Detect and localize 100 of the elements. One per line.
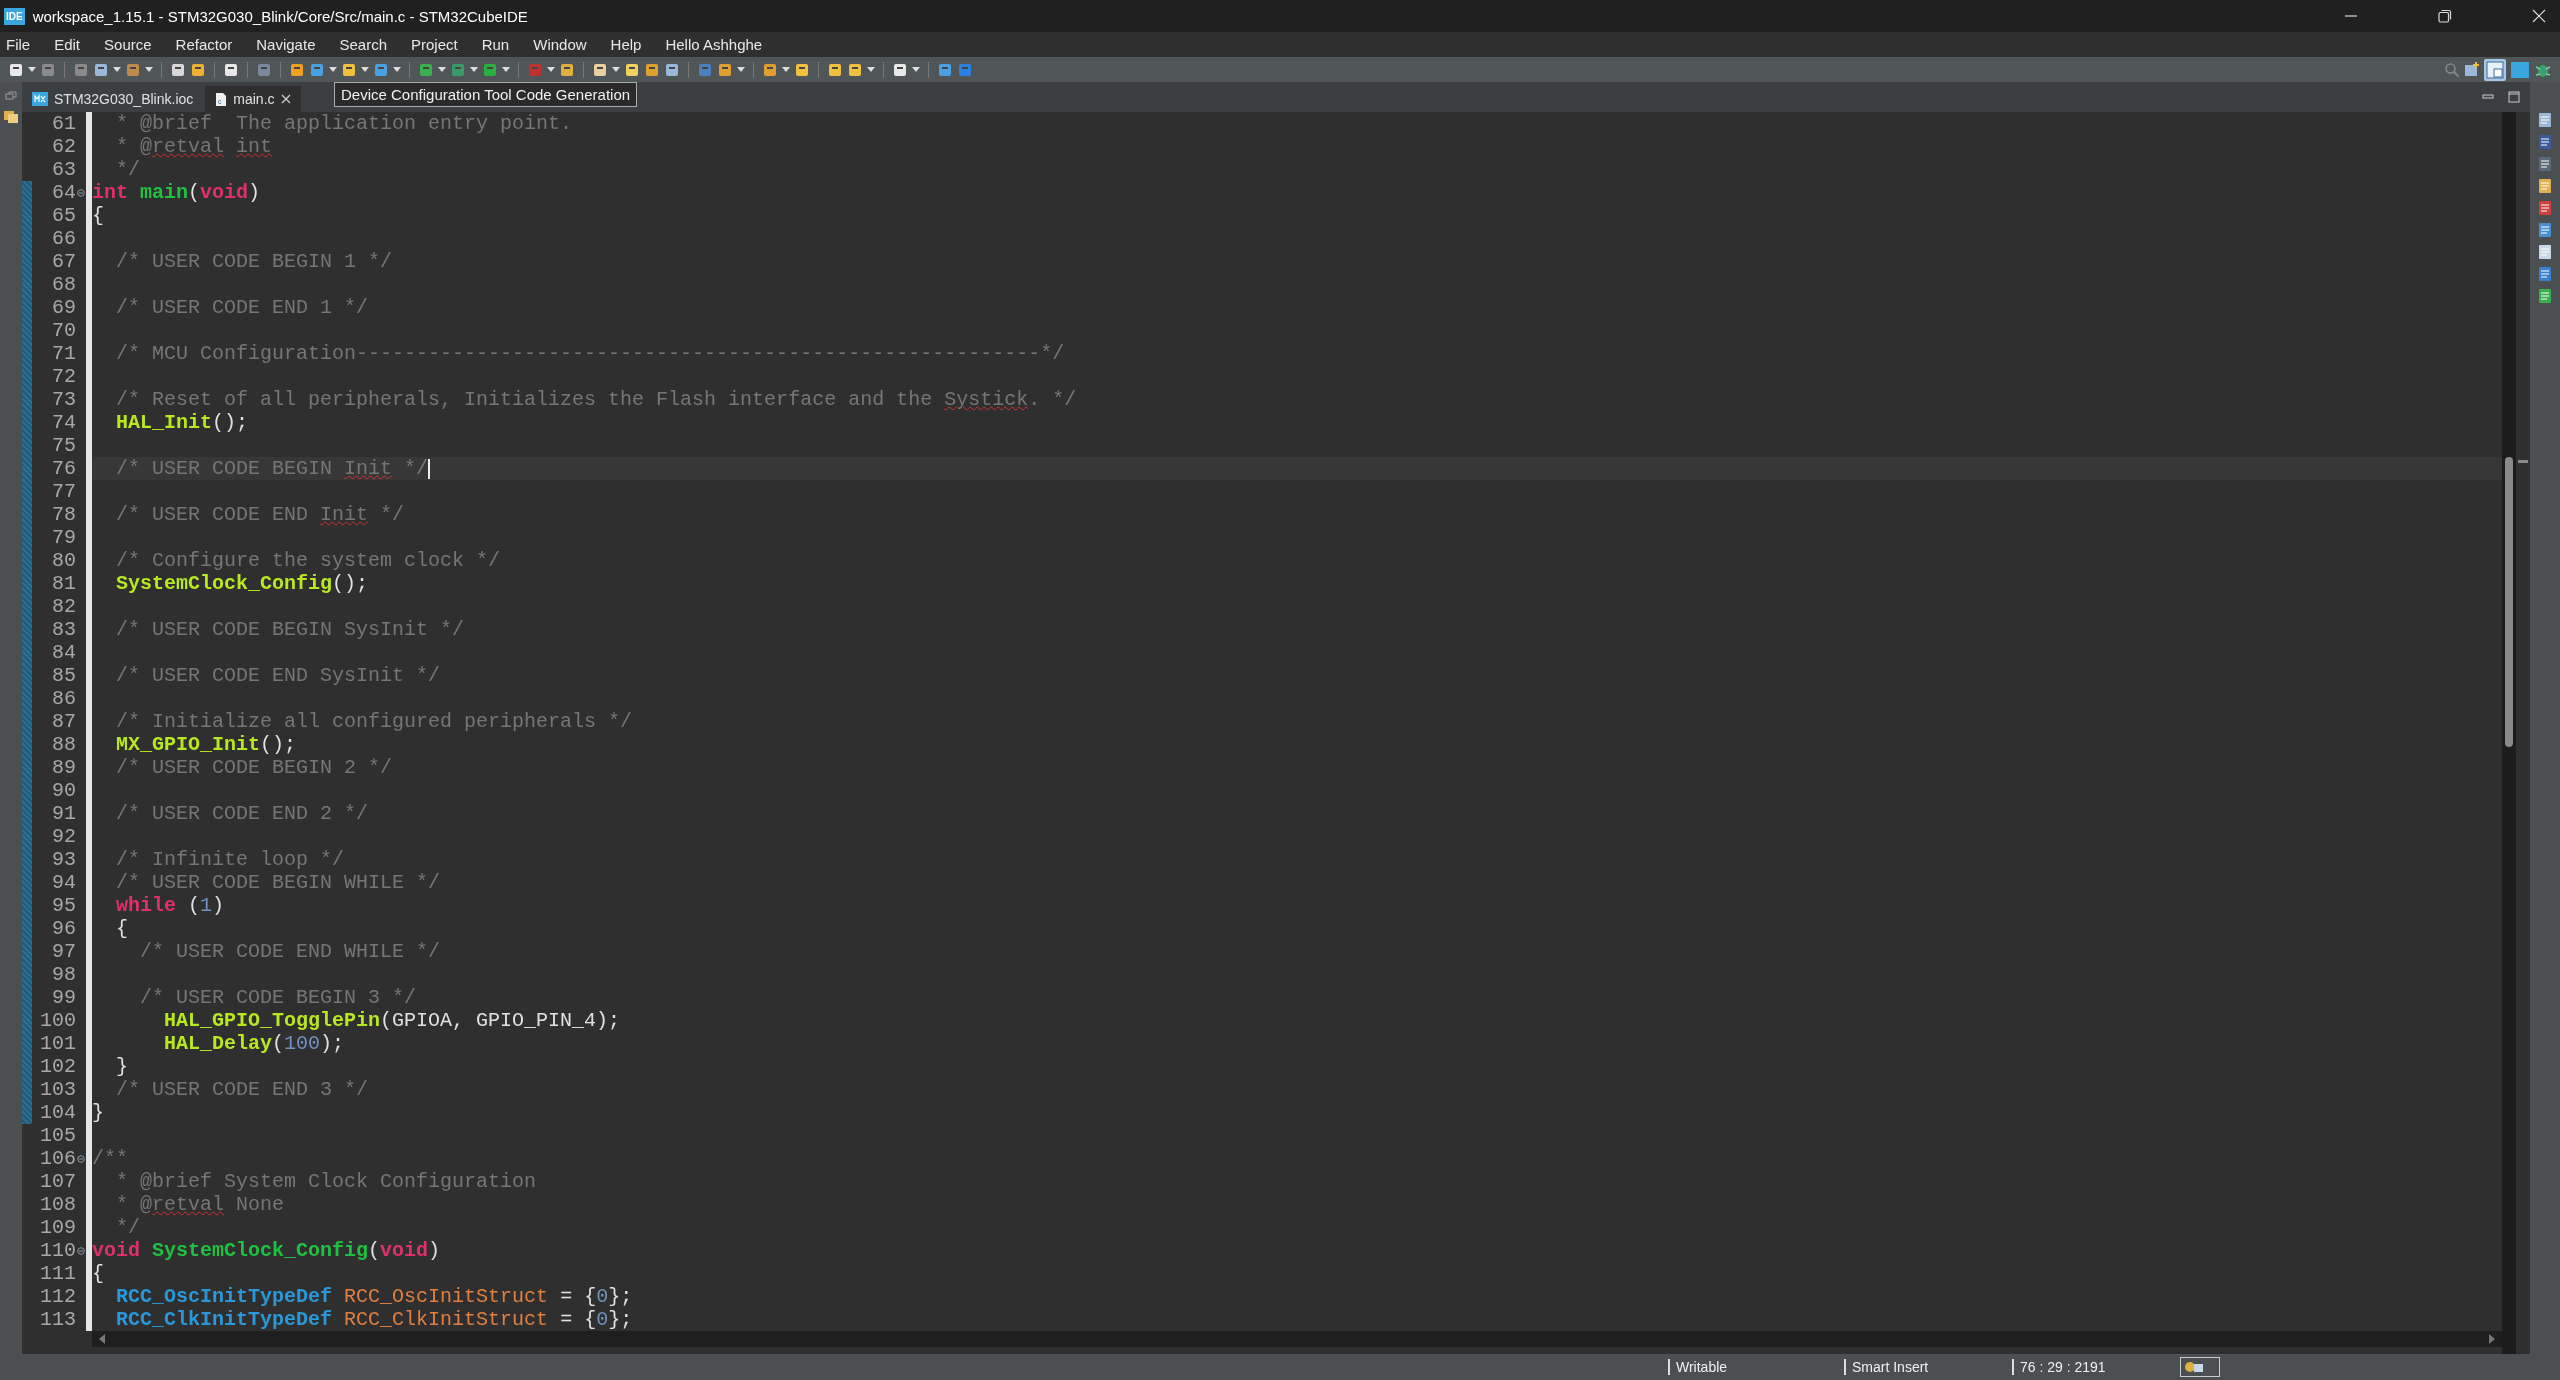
menu-item[interactable]: Window [533,36,587,53]
code-number: 0 [596,1285,609,1308]
maximize-icon[interactable] [2508,91,2520,103]
scrollbar-thumb[interactable] [2505,457,2513,747]
toolbar-icon[interactable] [717,61,733,78]
toolbar-icon[interactable] [309,61,325,78]
view-icon[interactable] [2537,134,2553,150]
perspective-icon[interactable] [2484,58,2506,81]
view-icon[interactable] [2537,222,2553,238]
view-icon[interactable] [2537,112,2553,128]
code-function-call: HAL_Delay [164,1032,273,1055]
toolbar-icon[interactable] [847,61,863,78]
code-text: = { [560,1308,597,1331]
code-text: (GPIOA, GPIO_PIN_4); [380,1009,621,1032]
caret-icon[interactable] [612,66,620,73]
code-text: ) [248,181,261,204]
close-icon[interactable] [2532,9,2546,23]
minimize-icon[interactable] [2482,92,2494,102]
code-function-call: SystemClock_Config [116,572,333,595]
fold-icon[interactable] [77,188,85,197]
caret-icon[interactable] [737,66,745,73]
toolbar-icon[interactable] [937,61,953,78]
text-cursor [428,458,431,479]
restore-icon[interactable] [2438,9,2452,23]
toolbar-icon[interactable] [559,61,575,78]
code-comment: */ [116,158,141,181]
code-function-name: main [140,181,189,204]
code-type: RCC_OscInitTypeDef [116,1285,333,1308]
view-icon[interactable] [2537,288,2553,304]
toolbar-icon[interactable] [8,61,24,78]
toolbar-icon[interactable] [624,61,640,78]
caret-icon[interactable] [470,66,478,73]
menu-item[interactable]: Hello Ashhghe [665,36,763,53]
menu-item[interactable]: Refactor [175,36,233,53]
code-comment: /* USER CODE BEGIN [116,457,334,480]
toolbar-icon[interactable] [482,61,498,78]
fold-icon[interactable] [77,1246,85,1255]
caret-icon[interactable] [782,66,790,73]
code-comment: /* USER CODE BEGIN 2 */ [116,756,393,779]
code-text: { [116,917,129,940]
view-icon[interactable] [2537,178,2553,194]
close-icon[interactable] [280,94,291,104]
code-comment: /* USER CODE END 3 */ [116,1078,369,1101]
editor-tab[interactable]: STM32G030_Blink.ioc [22,86,204,112]
folder-icon[interactable] [3,108,19,124]
toolbar-icon[interactable] [223,61,239,78]
progress-icon[interactable] [2180,1357,2220,1377]
caret-icon[interactable] [361,66,369,73]
menu-item[interactable]: Help [610,36,642,53]
menu-item[interactable]: Navigate [256,36,316,53]
caret-icon[interactable] [393,66,401,73]
code-keyword: void [200,181,249,204]
toolbar-icon[interactable] [794,61,810,78]
caret-icon[interactable] [438,66,446,73]
toolbar-icon[interactable] [341,61,357,78]
caret-icon[interactable] [912,66,920,73]
code-text: } [116,1055,129,1078]
toolbar-icon[interactable] [418,61,434,78]
toolbar-icon[interactable] [373,61,389,78]
view-icon[interactable] [2537,266,2553,282]
caret-icon[interactable] [329,66,337,73]
fold-icon[interactable] [77,1154,85,1163]
code-comment: /* MCU Configuration---------------------------------------------------------*/ [116,342,1065,365]
menu-item[interactable]: Run [481,36,510,53]
toolbar-icon[interactable] [827,61,843,78]
caret-icon[interactable] [547,66,555,73]
toolbar-icon[interactable] [892,61,908,78]
view-icon[interactable] [2537,244,2553,260]
toolbar-icon[interactable] [170,61,186,78]
code-text: = { [560,1285,597,1308]
code-keyword: while [116,894,177,917]
menu-item[interactable]: Project [411,36,458,53]
menu-item[interactable]: File [6,36,31,53]
tooltip: Device Configuration Tool Code Generation [334,82,638,107]
toolbar-icon[interactable] [664,61,680,78]
scroll-right-icon[interactable] [2488,1334,2496,1344]
code-text: (); [212,411,249,434]
toolbar-icon[interactable] [93,61,109,78]
code-comment: /* USER CODE END 2 */ [116,802,369,825]
toolbar-icon[interactable] [289,61,305,78]
misspelled-word: int [236,135,273,158]
toolbar-icon[interactable] [190,61,206,78]
view-icon[interactable] [2537,156,2553,172]
code-comment: /* Infinite loop */ [116,848,345,871]
menu-item[interactable]: Search [339,36,387,53]
toolbar-icon[interactable] [592,61,608,78]
menu-item[interactable]: Source [104,36,152,53]
toolbar-icon[interactable] [125,61,141,78]
toolbar-icon[interactable] [644,61,660,78]
caret-icon[interactable] [28,66,36,73]
toolbar-icon[interactable] [762,61,778,78]
code-text: } [92,1101,104,1124]
menu-item[interactable]: Edit [54,36,81,53]
caret-icon[interactable] [502,66,510,73]
toolbar-icon[interactable] [2464,61,2480,78]
caret-icon[interactable] [145,66,153,73]
caret-icon[interactable] [113,66,121,73]
scroll-left-icon[interactable] [98,1334,106,1344]
caret-icon[interactable] [867,66,875,73]
view-icon[interactable] [2537,200,2553,216]
